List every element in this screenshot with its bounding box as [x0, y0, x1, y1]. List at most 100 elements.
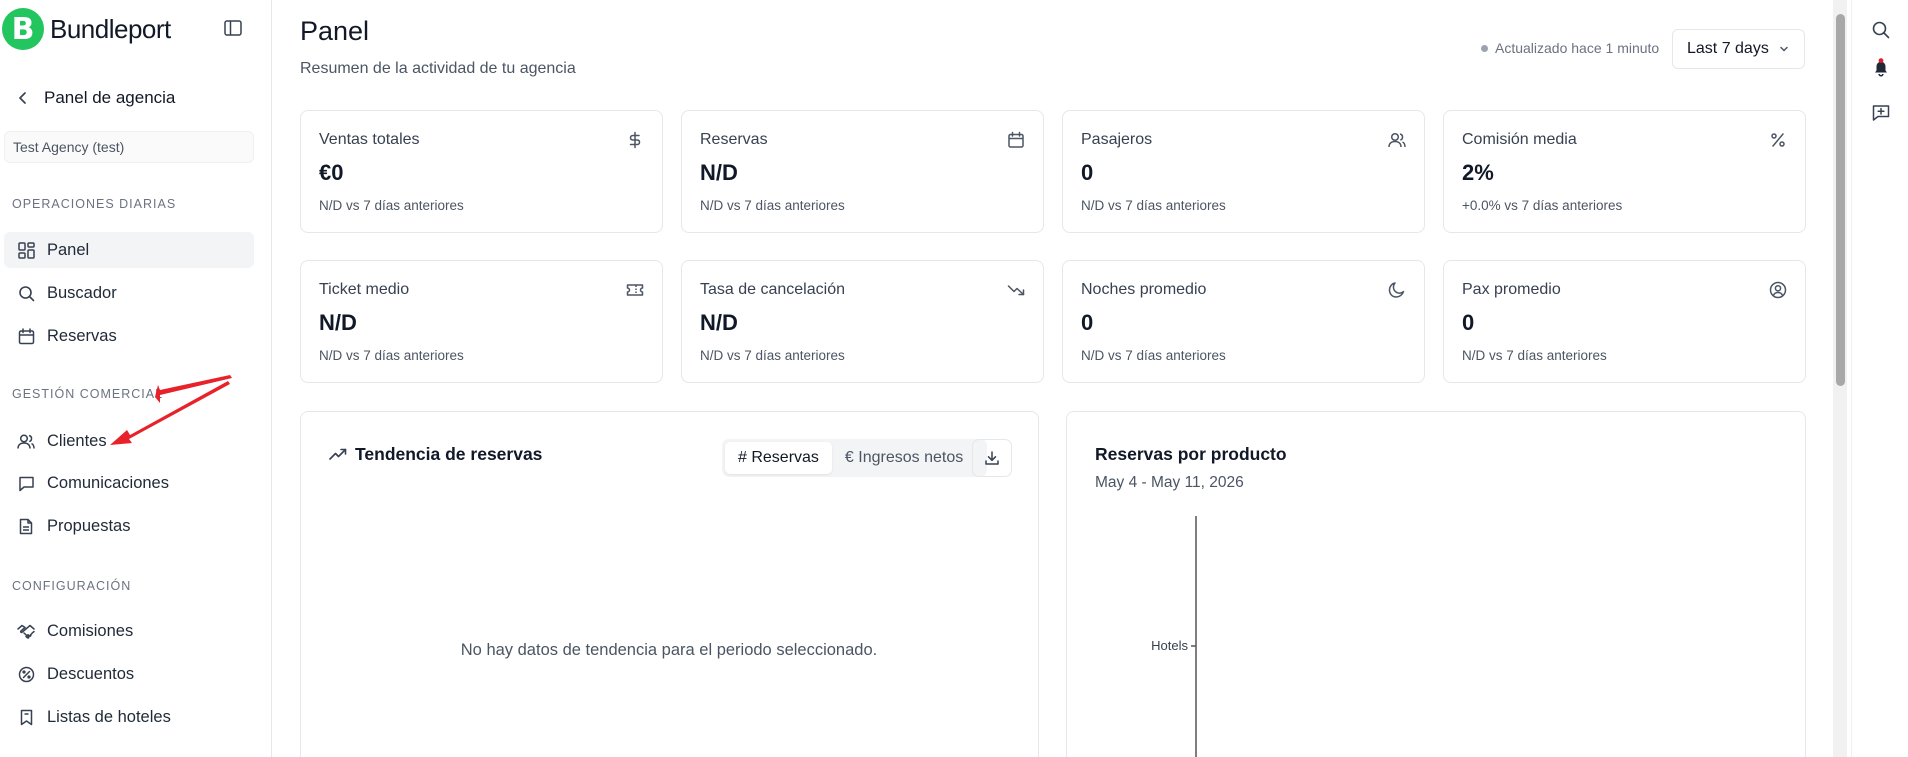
grid-icon: [17, 241, 35, 259]
metric-label: Ticket medio: [319, 281, 410, 298]
handshake-icon: [17, 622, 35, 640]
section-title-gestion: GESTIÓN COMERCIAL: [12, 387, 164, 401]
trending-up-icon: [329, 448, 347, 460]
sidebar-item-label: Buscador: [47, 283, 117, 302]
metric-card-pasajeros: Pasajeros 0 N/D vs 7 días anteriores: [1062, 110, 1425, 233]
right-rail: [1851, 0, 1908, 757]
sidebar-item-label: Reservas: [47, 326, 117, 345]
bookings-by-product-panel: Reservas por producto May 4 - May 11, 20…: [1066, 411, 1806, 757]
sidebar-item-label: Listas de hoteles: [47, 707, 171, 726]
sidebar-item-buscador[interactable]: Buscador: [4, 275, 254, 311]
back-label: Panel de agencia: [44, 88, 176, 107]
metric-delta: N/D vs 7 días anteriores: [1462, 348, 1607, 363]
main-content: Panel Resumen de la actividad de tu agen…: [273, 0, 1833, 757]
sidebar-item-label: Comisiones: [47, 621, 134, 640]
scrollbar-thumb[interactable]: [1836, 14, 1845, 386]
metric-value: N/D: [700, 310, 738, 335]
search-icon[interactable]: [1871, 20, 1891, 40]
trend-metric-toggle: # Reservas € Ingresos netos: [722, 439, 987, 477]
sidebar-item-panel[interactable]: Panel: [4, 232, 254, 268]
users-icon: [1388, 132, 1406, 148]
page-title: Panel: [300, 16, 370, 46]
chevron-left-icon: [19, 92, 26, 104]
sidebar-item-label: Panel: [47, 240, 90, 259]
metric-value: 0: [1462, 310, 1475, 335]
sidebar-item-comunicaciones[interactable]: Comunicaciones: [4, 465, 254, 501]
metric-delta: N/D vs 7 días anteriores: [1081, 198, 1226, 213]
chevron-down-icon: [1780, 46, 1788, 52]
metric-label: Pax promedio: [1462, 281, 1561, 298]
metric-value: N/D: [319, 310, 357, 335]
download-icon: [985, 451, 999, 465]
last-updated-status: Actualizado hace 1 minuto: [1481, 40, 1659, 56]
metric-card-cancelacion: Tasa de cancelación N/D N/D vs 7 días an…: [681, 260, 1044, 383]
download-button[interactable]: [972, 439, 1012, 477]
metric-value: 2%: [1462, 160, 1494, 185]
last-updated-text: Actualizado hace 1 minuto: [1495, 40, 1660, 56]
chart-category-label: Hotels: [1151, 638, 1188, 653]
sidebar: B Bundleport Panel de agencia Test Agenc…: [0, 0, 272, 757]
metric-value: 0: [1081, 310, 1094, 335]
metric-delta: N/D vs 7 días anteriores: [319, 348, 464, 363]
search-icon: [17, 284, 35, 302]
calendar-icon: [1008, 131, 1024, 148]
users-icon: [17, 432, 35, 450]
metric-delta: +0.0% vs 7 días anteriores: [1462, 198, 1623, 213]
section-title-configuracion: CONFIGURACIÓN: [12, 579, 132, 593]
badge-percent-icon: [17, 665, 35, 683]
sidebar-item-propuestas[interactable]: Propuestas: [4, 508, 254, 544]
trending-down-icon: [1007, 285, 1025, 296]
metric-card-pax: Pax promedio 0 N/D vs 7 días anteriores: [1443, 260, 1806, 383]
metric-label: Reservas: [700, 131, 768, 148]
sidebar-item-comisiones[interactable]: Comisiones: [4, 613, 254, 649]
metric-card-comision: Comisión media 2% +0.0% vs 7 días anteri…: [1443, 110, 1806, 233]
brand-name: Bundleport: [50, 13, 171, 44]
bell-icon[interactable]: [1871, 58, 1891, 78]
sidebar-toggle-icon[interactable]: [224, 20, 242, 36]
message-plus-icon[interactable]: [1871, 103, 1891, 123]
product-date-range: May 4 - May 11, 2026: [1095, 474, 1244, 491]
sidebar-item-descuentos[interactable]: Descuentos: [4, 656, 254, 692]
date-range-value: Last 7 days: [1687, 40, 1769, 57]
date-range-select[interactable]: Last 7 days: [1672, 29, 1805, 69]
page-scrollbar[interactable]: [1833, 0, 1847, 757]
tab-ingresos-netos[interactable]: € Ingresos netos: [832, 442, 976, 474]
brand-logo[interactable]: B Bundleport: [2, 8, 171, 50]
sidebar-item-label: Propuestas: [47, 516, 131, 535]
bookmark-icon: [17, 708, 35, 726]
metric-value: N/D: [700, 160, 738, 185]
metric-value: €0: [319, 160, 344, 185]
moon-icon: [1388, 282, 1405, 298]
back-to-agency-panel[interactable]: Panel de agencia: [18, 88, 175, 108]
metric-card-noches: Noches promedio 0 N/D vs 7 días anterior…: [1062, 260, 1425, 383]
trend-title: Tendencia de reservas: [355, 444, 543, 464]
agency-selector[interactable]: Test Agency (test): [4, 131, 254, 163]
metric-card-ticket: Ticket medio N/D N/D vs 7 días anteriore…: [300, 260, 663, 383]
sidebar-item-reservas[interactable]: Reservas: [4, 318, 254, 354]
ticket-icon: [626, 284, 644, 296]
metric-delta: N/D vs 7 días anteriores: [319, 198, 464, 213]
tab-reservas[interactable]: # Reservas: [725, 442, 832, 474]
status-dot-icon: [1481, 44, 1488, 52]
product-chart: Hotels: [1151, 516, 1197, 757]
percent-icon: [1771, 133, 1785, 147]
sidebar-item-label: Comunicaciones: [47, 473, 169, 492]
section-title-operaciones: OPERACIONES DIARIAS: [12, 197, 177, 211]
sidebar-item-label: Clientes: [47, 431, 107, 450]
trend-empty-message: No hay datos de tendencia para el period…: [460, 641, 878, 659]
dollar-icon: [629, 131, 641, 149]
user-circle-icon: [1769, 281, 1787, 299]
logo-mark: B: [2, 8, 44, 50]
metric-delta: N/D vs 7 días anteriores: [1081, 348, 1226, 363]
metric-label: Pasajeros: [1081, 131, 1153, 148]
metric-card-ventas: Ventas totales €0 N/D vs 7 días anterior…: [300, 110, 663, 233]
metric-delta: N/D vs 7 días anteriores: [700, 198, 845, 213]
sidebar-item-listas-hoteles[interactable]: Listas de hoteles: [4, 699, 254, 735]
booking-trend-panel: Tendencia de reservas # Reservas € Ingre…: [300, 411, 1039, 757]
page-subtitle: Resumen de la actividad de tu agencia: [300, 60, 576, 77]
sidebar-item-clientes[interactable]: Clientes: [4, 423, 254, 459]
message-icon: [17, 474, 35, 492]
metric-delta: N/D vs 7 días anteriores: [700, 348, 845, 363]
product-title: Reservas por producto: [1095, 444, 1287, 464]
metric-card-reservas: Reservas N/D N/D vs 7 días anteriores: [681, 110, 1044, 233]
